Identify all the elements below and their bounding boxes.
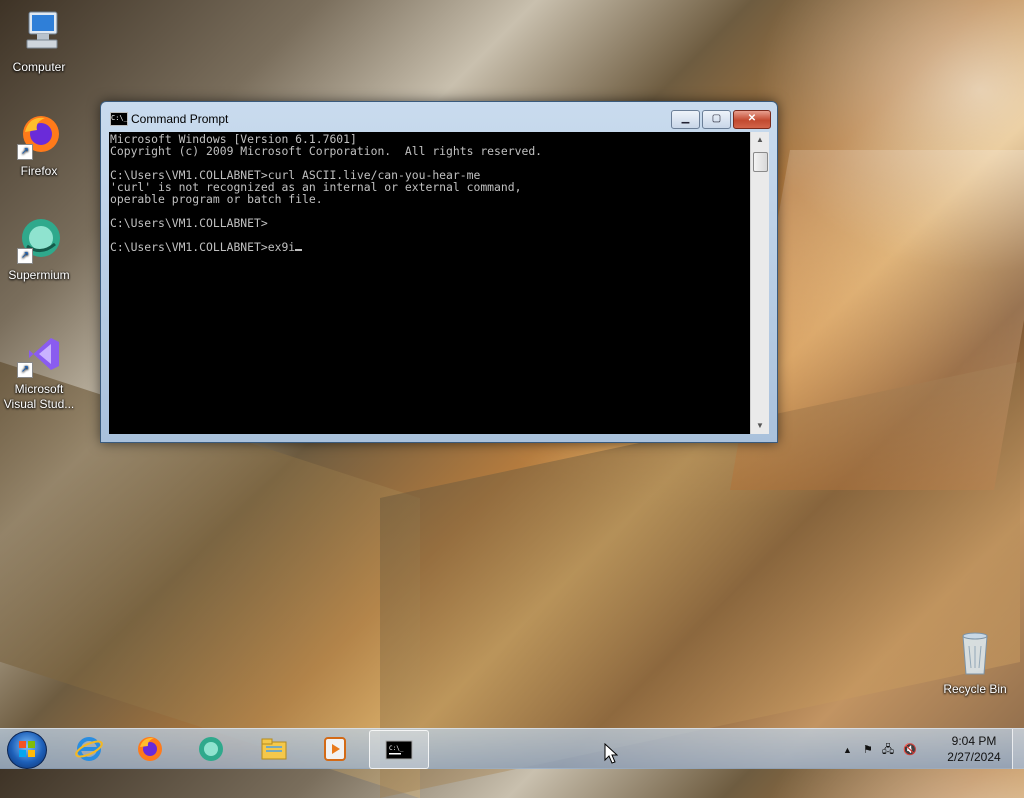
supermium-icon [199,737,223,761]
desktop-icon-label: Recycle Bin [943,682,1007,696]
svg-text:C:\_: C:\_ [389,745,404,752]
network-icon[interactable]: 🖧 [882,744,894,756]
recycle-bin-icon [951,630,999,678]
start-button[interactable] [7,731,47,769]
supermium-icon: ↗ [15,216,63,264]
notification-area: ▲ ⚑ 🖧 🔇 [843,741,917,760]
desktop-icon-label: Firefox [20,164,58,178]
console-line: C:\Users\VM1.COLLABNET> [110,216,268,230]
window-title: Command Prompt [131,112,229,126]
console-prompt: C:\Users\VM1.COLLABNET> [110,240,268,254]
minimize-button[interactable]: ▁ [671,110,700,129]
clock-date: 2/27/2024 [947,750,1001,764]
internet-explorer-icon [75,737,103,761]
desktop-icon-supermium[interactable]: ↗ Supermium [1,216,77,283]
desktop-icon-label: Microsoft Visual Stud... [3,382,75,411]
desktop-icon-computer[interactable]: Computer [1,8,77,75]
command-prompt-window[interactable]: C:\_ Command Prompt ▁ ▢ ✕ Microsoft Wind… [100,101,778,443]
mouse-pointer-icon [604,743,618,764]
show-desktop-button[interactable] [1012,729,1024,769]
shortcut-arrow-icon: ↗ [17,362,33,378]
computer-icon [15,8,63,56]
scroll-up-arrow-icon[interactable]: ▲ [751,132,769,148]
desktop-icon-firefox[interactable]: ↗ Firefox [1,112,77,179]
console-line: operable program or batch file. [110,192,323,206]
text-cursor [295,249,303,251]
firefox-icon: ↗ [15,112,63,160]
taskbar: C:\_ ▲ ⚑ 🖧 🔇 9:04 PM 2/27/2024 [0,728,1024,769]
desktop-icon-label: Computer [12,60,66,74]
maximize-button[interactable]: ▢ [702,110,731,129]
volume-muted-icon[interactable]: 🔇 [903,744,917,756]
file-explorer-icon [261,738,287,760]
command-prompt-icon: C:\_ [110,112,128,126]
vertical-scrollbar[interactable]: ▲ ▼ [750,132,769,434]
clock-time: 9:04 PM [951,734,997,748]
scrollbar-thumb[interactable] [753,152,768,172]
shortcut-arrow-icon: ↗ [17,248,33,264]
start-orb-icon [19,741,35,757]
show-hidden-icons-icon[interactable]: ▲ [843,745,852,755]
desktop-icon-label: Supermium [8,268,70,282]
firefox-icon [138,737,162,761]
taskbar-file-explorer[interactable] [245,730,303,767]
command-prompt-icon: C:\_ [385,740,413,760]
desktop-icon-recycle-bin[interactable]: Recycle Bin [937,630,1013,697]
desktop-icon-visual-studio[interactable]: ↗ Microsoft Visual Stud... [1,330,77,412]
taskbar-supermium[interactable] [182,730,240,767]
console-text: Microsoft Windows [Version 6.1.7601] Cop… [109,132,750,254]
console-output[interactable]: Microsoft Windows [Version 6.1.7601] Cop… [109,132,750,434]
taskbar-firefox[interactable] [121,730,179,767]
system-clock[interactable]: 9:04 PM 2/27/2024 [940,733,1008,765]
shortcut-arrow-icon: ↗ [17,144,33,160]
action-center-flag-icon[interactable]: ⚑ [863,744,873,756]
taskbar-internet-explorer[interactable] [60,730,118,767]
media-player-icon [324,737,346,761]
console-line: Copyright (c) 2009 Microsoft Corporation… [110,144,543,158]
scroll-down-arrow-icon[interactable]: ▼ [751,418,769,434]
close-button[interactable]: ✕ [733,110,771,129]
window-titlebar[interactable]: C:\_ Command Prompt ▁ ▢ ✕ [101,102,777,132]
console-current-input[interactable]: ex9i [268,240,295,254]
taskbar-media-player[interactable] [306,730,364,767]
taskbar-command-prompt[interactable]: C:\_ [369,730,429,769]
visual-studio-icon: ↗ [15,330,63,378]
